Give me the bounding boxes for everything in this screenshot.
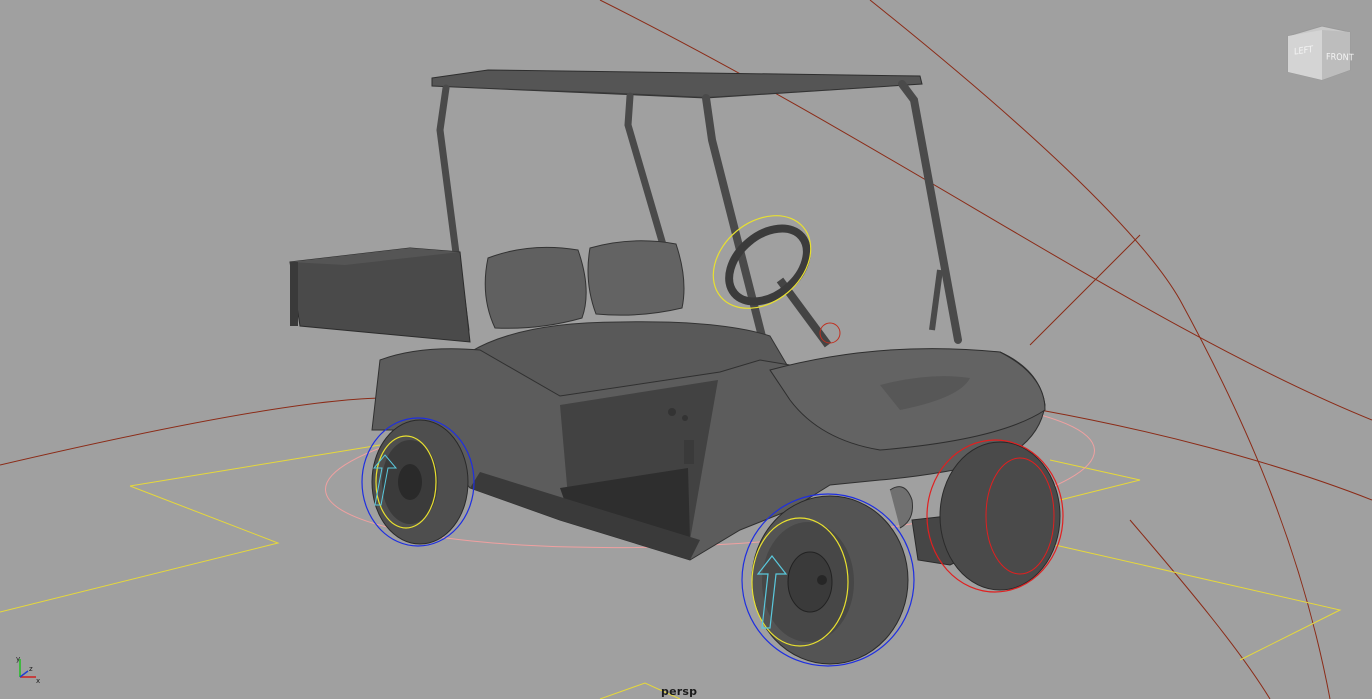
viewcube[interactable]: LEFT FRONT	[1284, 22, 1356, 84]
axis-z-label: z	[29, 665, 33, 673]
wheel-rear-left[interactable]	[361, 417, 475, 547]
cargo-bed[interactable]	[289, 247, 471, 343]
viewcube-front-label[interactable]: FRONT	[1326, 52, 1354, 63]
wheel-front-left[interactable]	[741, 493, 915, 667]
steering[interactable]	[695, 197, 841, 348]
scene-canvas[interactable]	[0, 0, 1372, 699]
seat-backs[interactable]	[484, 240, 685, 329]
3d-viewport[interactable]: LEFT FRONT y z x persp	[0, 0, 1372, 699]
steering-control-ring[interactable]	[695, 197, 829, 328]
axis-x-label: x	[36, 677, 40, 685]
axis-triad: y z x	[12, 655, 42, 685]
axis-y-label: y	[16, 655, 20, 663]
camera-name-label: persp	[661, 685, 698, 698]
front-suspension	[889, 486, 913, 529]
